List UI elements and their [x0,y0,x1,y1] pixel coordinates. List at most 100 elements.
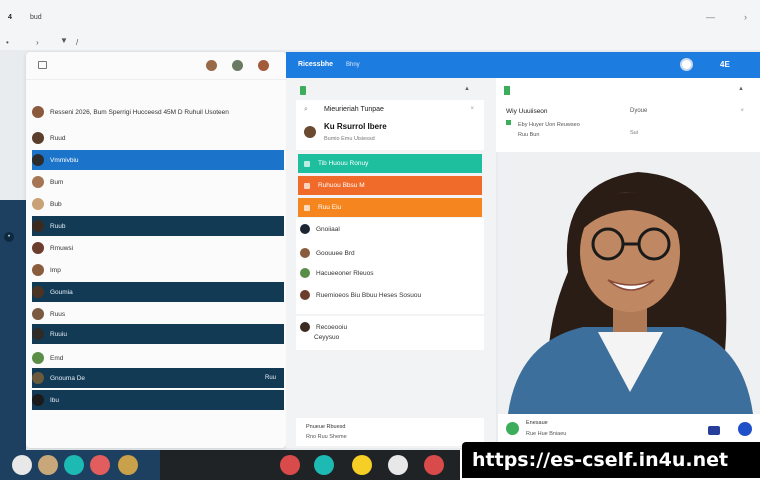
video-feed-image [498,152,760,414]
chat-toolbar: ▲ [296,84,486,98]
person-photo [498,152,760,414]
list-item-label: Bum [50,178,64,186]
footer-line: Rno Ruu Sheme [306,434,347,440]
desktop-topbar: 4 bud • › ▼ / — › [0,0,760,50]
avatar[interactable] [258,60,269,71]
tab-indicator-icon[interactable] [300,86,306,95]
detail-card[interactable]: Wiy Uuuiiseon Eby Huyer Uon Reuwseo Ruu … [500,100,756,150]
chat-item[interactable]: Ceyysuo [314,334,339,341]
chat-item-label: Gnoiiaal [316,225,340,233]
list-item-label: Ruuiu [50,330,67,338]
avatar [304,126,316,138]
search-icon[interactable]: ⌕ [304,106,308,114]
contact-list-panel: Resseni 2026, Bum Sperrigi Hucceesd 45M … [26,52,286,448]
badge-icon[interactable] [708,426,720,435]
category-bar[interactable]: Tib Huouu Ronuy [298,154,482,173]
avatar [300,268,310,278]
list-item[interactable]: Ruuiu [32,324,284,344]
dock-app-icon[interactable] [314,455,334,475]
avatar[interactable] [206,60,217,71]
arrow-icon[interactable]: › [36,38,39,47]
avatar [300,248,310,258]
chat-item[interactable]: Ruemioeos Biu Bbuu Heses Sosuou [300,290,421,300]
dock-app-icon[interactable] [388,455,408,475]
dock-app-icon[interactable] [38,455,58,475]
indicator-icon[interactable]: • [4,232,14,242]
chat-footer: Pnueue Rbuesd Rno Ruu Sheme [296,418,484,446]
dock-app-icon[interactable] [280,455,300,475]
list-item-label: Goumia [50,288,73,296]
close-icon[interactable]: › [744,12,747,22]
avatar[interactable] [232,60,243,71]
list-item[interactable]: Goumia [32,282,284,302]
chat-item[interactable]: Gnoiiaal [300,224,340,234]
dock-app-icon[interactable] [64,455,84,475]
category-icon [304,204,310,211]
chat-contact-card[interactable]: ⌕ Mieurieriah Tunpae × Ku Rsurrol Ibere … [296,100,484,150]
detail-toolbar: ▲ [500,84,756,98]
chat-item[interactable]: Recoeooiu [300,322,347,332]
avatar [32,308,44,320]
desktop-icon[interactable]: • [6,38,9,47]
avatar [32,286,44,298]
close-icon[interactable]: × [740,108,744,114]
detail-value: Sui [630,130,638,136]
list-item[interactable]: Bum [32,172,284,192]
dock-app-icon[interactable] [352,455,372,475]
call-button[interactable] [738,422,752,436]
list-item[interactable]: Ruub [32,216,284,236]
category-bar[interactable]: Ruhuou Bbsu M [298,176,482,195]
category-bar[interactable]: Ruu Eiu [298,198,482,217]
close-icon[interactable]: × [470,106,474,112]
video-caption: Enesaue [526,420,548,426]
list-item-label: Rmuwsi [50,244,74,252]
list-item[interactable]: Vmmivbiu [32,150,284,170]
list-item-trail: Ruu [264,375,276,381]
list-item[interactable]: Bub [32,194,284,214]
list-item-label: Imp [50,266,61,274]
background-left-panel: • [0,200,26,450]
list-item[interactable]: Gnouma De Ruu [32,368,284,388]
watermark-url: https://es-cself.in4u.net [462,442,760,478]
window-icon[interactable] [38,61,47,69]
dock-app-icon[interactable] [12,455,32,475]
chevron-down-icon[interactable]: ▲ [464,86,470,92]
pin-icon[interactable]: ▼ [60,36,68,45]
list-item[interactable]: Resseni 2026, Bum Sperrigi Hucceesd 45M … [32,102,284,122]
list-item[interactable]: Rmuwsi [32,238,284,258]
dock-app-icon[interactable] [118,455,138,475]
chevron-down-icon[interactable]: ▲ [738,86,744,92]
avatar [32,176,44,188]
contact-list-header [26,52,286,80]
list-item[interactable]: Ibu [32,390,284,410]
slash-icon[interactable]: / [76,38,78,47]
list-item[interactable]: Ruud [32,128,284,148]
topbar-right-label: bud [30,14,42,21]
record-button[interactable] [680,58,693,71]
list-item[interactable]: Emd [32,348,284,368]
avatar [32,220,44,232]
list-item[interactable]: Ruus [32,304,284,324]
chat-item[interactable]: Goouuee Brd [300,248,355,258]
list-item[interactable]: Imp [32,260,284,280]
video-caption: Rue Hue Bniaeu [526,431,567,437]
chat-header-subtitle: Bhny [346,62,360,68]
list-item-label: Emd [50,354,64,362]
tab-indicator-icon[interactable] [504,86,510,95]
avatar [32,394,44,406]
chat-header-title: Ricessbhe [298,61,334,68]
detail-header-label: 4E [720,60,730,69]
footer-line: Pnueue Rbuesd [306,424,346,430]
card-subtitle: Bumio Emu Uisiessd [324,136,375,142]
avatar [32,328,44,340]
status-icon [506,120,511,125]
avatar [32,264,44,276]
category-label: Ruu Eiu [318,204,342,211]
dock-app-icon[interactable] [424,455,444,475]
chat-item[interactable]: Hacueeoner Rleuos [300,268,373,278]
detail-value: Dyoue [630,108,648,114]
list-item-label: Ruub [50,222,66,230]
minimize-icon[interactable]: — [706,12,715,22]
chat-item-label: Goouuee Brd [316,249,355,257]
dock-app-icon[interactable] [90,455,110,475]
